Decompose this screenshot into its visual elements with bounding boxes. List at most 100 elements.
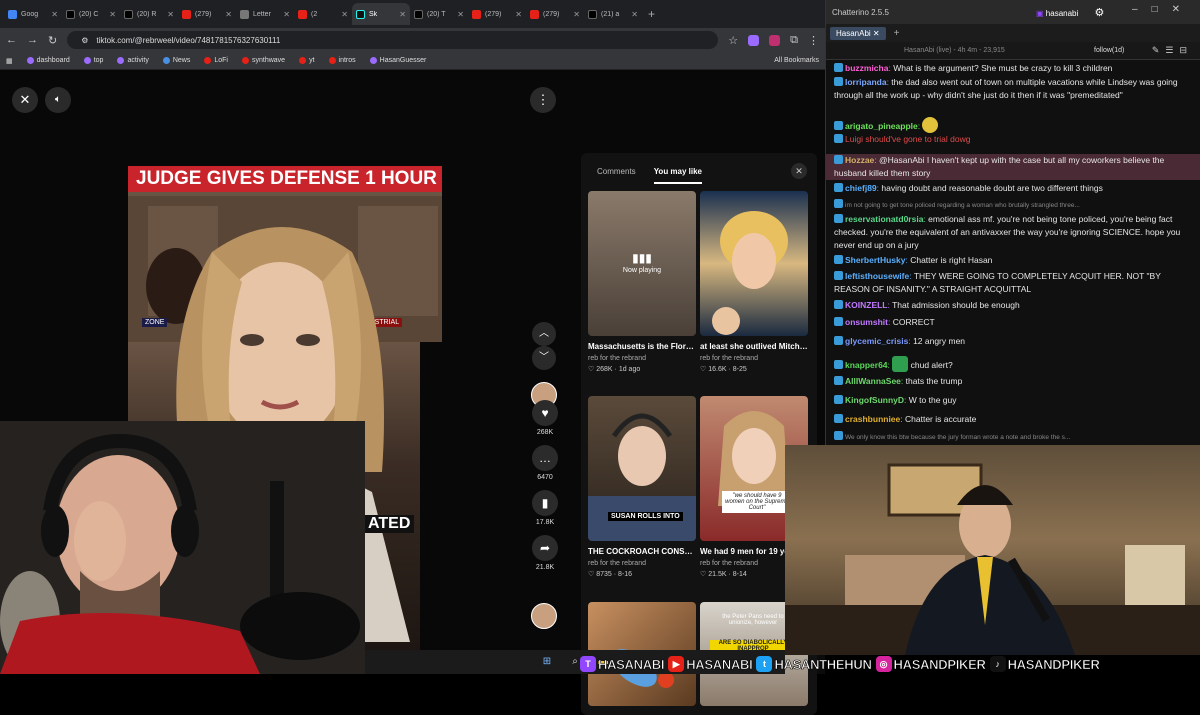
bookmark-icon[interactable]: ▮ — [532, 490, 558, 516]
maximize-icon[interactable]: □ — [1152, 4, 1172, 15]
browser-tab[interactable]: (279) ✕ — [178, 3, 236, 25]
reload-icon[interactable]: ↻ — [48, 34, 57, 47]
bookmark-item[interactable]: HasanGuesser — [369, 57, 426, 64]
sound-disc-icon[interactable] — [531, 603, 557, 629]
heart-icon[interactable]: ♥ — [532, 400, 558, 426]
bookmark-item[interactable]: News — [162, 57, 190, 64]
header-tools[interactable]: ✎☰⊟ — [1152, 45, 1193, 56]
action-comment-button[interactable]: … 6470 — [528, 445, 562, 481]
close-tab-icon[interactable]: ✕ — [631, 10, 638, 19]
browser-tab[interactable]: (20) C ✕ — [62, 3, 120, 25]
browser-tab[interactable]: (21) a ✕ — [584, 3, 642, 25]
browser-tab[interactable]: Letter ✕ — [236, 3, 294, 25]
close-tab-icon[interactable]: ✕ — [167, 10, 174, 19]
close-tab-icon[interactable]: ✕ — [515, 10, 522, 19]
card-thumbnail[interactable]: ▮▮▮ Now playing — [588, 191, 696, 336]
close-tab-icon[interactable]: ✕ — [399, 10, 406, 19]
all-bookmarks[interactable]: All Bookmarks — [774, 57, 819, 64]
video-card[interactable]: SUSAN ROLLS INTO THE COCKROACH CONSPIRAC… — [588, 396, 696, 578]
pencil-icon[interactable]: ✎ — [1152, 45, 1166, 55]
star-icon[interactable]: ☆ — [728, 34, 738, 47]
close-icon[interactable]: ✕ — [1172, 4, 1194, 15]
card-title[interactable]: THE COCKROACH CONSPIRACY CASE... — [588, 547, 696, 556]
account-name[interactable]: ▣ hasanabi ⚙ — [1036, 6, 1104, 19]
more-options-icon[interactable]: ⋮ — [530, 87, 556, 113]
chat-username[interactable]: SherbertHusky — [845, 255, 905, 265]
browser-tab[interactable]: Goog ✕ — [4, 3, 62, 25]
browser-tab[interactable]: (2 ✕ — [294, 3, 352, 25]
bookmark-item[interactable]: LoFi — [204, 57, 228, 64]
chat-username[interactable]: buzzmicha — [845, 63, 888, 73]
video-card[interactable]: at least she outlived Mitch McConnell le… — [700, 191, 808, 373]
browser-tab[interactable]: (20) R ✕ — [120, 3, 178, 25]
windows-start-icon[interactable]: ⊞ — [541, 656, 553, 668]
chat-username[interactable]: arigato_pineapple — [845, 121, 918, 131]
chat-username[interactable]: reservationatd0rsia — [845, 214, 923, 224]
browser-tab[interactable]: (20) T ✕ — [410, 3, 468, 25]
chat-username[interactable]: chiefj89 — [845, 183, 877, 193]
bookmark-item[interactable]: dashboard — [26, 57, 70, 64]
card-author[interactable]: reb for the rebrand — [588, 560, 696, 567]
bookmark-item[interactable]: synthwave — [242, 57, 285, 64]
close-icon[interactable]: ✕ — [791, 163, 807, 179]
card-author[interactable]: reb for the rebrand — [700, 355, 808, 362]
close-tab-icon[interactable]: ✕ — [51, 10, 58, 19]
close-icon[interactable]: ✕ — [873, 29, 880, 38]
close-tab-icon[interactable]: ✕ — [225, 10, 232, 19]
bookmark-item[interactable]: activity — [117, 57, 149, 64]
share-icon[interactable]: ➦ — [532, 535, 558, 561]
split-icon[interactable]: ⊟ — [1179, 45, 1193, 55]
browser-tab[interactable]: (279) ✕ — [468, 3, 526, 25]
extension-icon[interactable] — [748, 34, 760, 46]
card-author[interactable]: reb for the rebrand — [588, 355, 696, 362]
action-bookmark-button[interactable]: ▮ 17.8K — [528, 490, 562, 526]
card-title[interactable]: Massachusetts is the Florida man of crim… — [588, 342, 696, 351]
action-share-button[interactable]: ➦ 21.8K — [528, 535, 562, 571]
close-tab-icon[interactable]: ✕ — [109, 10, 116, 19]
forward-icon[interactable]: → — [27, 34, 38, 46]
tab-hasanabi[interactable]: HasanAbi ✕ — [830, 26, 886, 40]
bookmark-item[interactable]: intros — [328, 57, 356, 64]
chevron-up-icon[interactable]: ︿ — [532, 322, 556, 346]
back-icon[interactable]: ← — [6, 34, 17, 46]
browser-tab[interactable]: (279) ✕ — [526, 3, 584, 25]
new-tab-button[interactable]: + — [648, 7, 655, 21]
minimize-icon[interactable]: – — [1132, 4, 1152, 15]
chat-username[interactable]: glycemic_crisis — [845, 336, 908, 346]
apps-grid-icon[interactable]: ▦ — [6, 57, 13, 65]
add-tab-icon[interactable]: + — [894, 28, 900, 39]
close-tab-icon[interactable]: ✕ — [457, 10, 464, 19]
volume-icon[interactable]: 🔈︎ — [45, 87, 71, 113]
follow-mode[interactable]: follow(1d) — [1094, 47, 1124, 54]
menu-icon[interactable]: ⋮ — [808, 34, 819, 47]
card-thumbnail[interactable]: SUSAN ROLLS INTO — [588, 396, 696, 541]
settings-gear-icon[interactable]: ⚙ — [1095, 7, 1105, 19]
video-card[interactable]: ▮▮▮ Now playing Massachusetts is the Flor… — [588, 191, 696, 373]
chat-username[interactable]: KingofSunnyD — [845, 395, 904, 405]
chat-username[interactable]: crashbunniee — [845, 414, 900, 424]
site-info-icon[interactable]: ⚙ — [81, 36, 88, 45]
comment-icon[interactable]: … — [532, 445, 558, 471]
close-icon[interactable]: ✕ — [12, 87, 38, 113]
chat-username[interactable]: KOINZELL — [845, 300, 888, 310]
window-controls[interactable]: –□✕ — [1132, 4, 1194, 15]
url-field[interactable]: ⚙ tiktok.com/@rebrweel/video/74817815763… — [67, 31, 719, 49]
close-tab-icon[interactable]: ✕ — [341, 10, 348, 19]
card-thumbnail[interactable] — [700, 191, 808, 336]
chat-username[interactable]: AllIWannaSee — [845, 376, 901, 386]
extensions-puzzle-icon[interactable]: ⧉ — [790, 34, 798, 47]
bookmark-item[interactable]: top — [83, 57, 103, 64]
chat-username[interactable]: leftisthousewife — [845, 271, 909, 281]
tab-you-may-like[interactable]: You may like — [653, 167, 703, 184]
chevron-down-icon[interactable]: ﹀ — [532, 346, 556, 370]
chat-username[interactable]: Hozzae — [845, 155, 874, 165]
chat-username[interactable]: onsumshit — [845, 317, 888, 327]
user-list-icon[interactable]: ☰ — [1165, 45, 1179, 55]
action-heart-button[interactable]: ♥ 268K — [528, 400, 562, 436]
tab-comments[interactable]: Comments — [597, 167, 636, 176]
bookmark-item[interactable]: yt — [299, 57, 315, 64]
chat-username[interactable]: knapper64 — [845, 360, 888, 370]
card-title[interactable]: at least she outlived Mitch McConnell le… — [700, 342, 808, 351]
close-tab-icon[interactable]: ✕ — [283, 10, 290, 19]
chat-username[interactable]: lorripanda — [845, 77, 887, 87]
